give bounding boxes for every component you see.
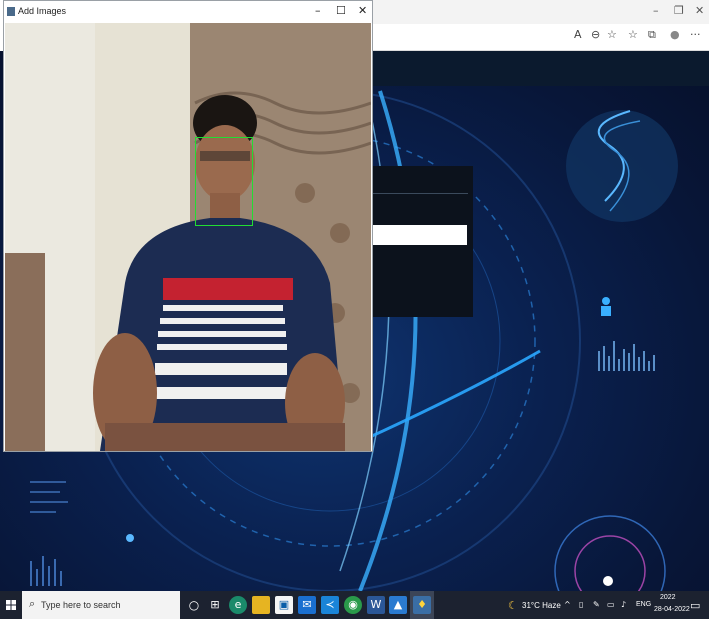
clock-date[interactable]: 28-04-2022: [654, 606, 690, 613]
volume-icon[interactable]: ♪: [621, 600, 626, 609]
clock-time[interactable]: 2022: [660, 594, 676, 601]
camera-feed: [5, 23, 371, 451]
store-icon[interactable]: ▣: [275, 596, 293, 614]
chrome-icon[interactable]: ◉: [344, 596, 362, 614]
read-aloud-icon[interactable]: A: [574, 28, 582, 41]
browser-minimize-button[interactable]: –: [653, 4, 659, 17]
zoom-icon[interactable]: ⊖: [591, 28, 600, 41]
taskbar-search-box[interactable]: ⌕ Type here to search: [22, 591, 180, 619]
camera-maximize-button[interactable]: ☐: [336, 4, 346, 17]
file-explorer-icon[interactable]: [252, 596, 270, 614]
photos-icon[interactable]: ▲: [389, 596, 407, 614]
app-icon: [7, 7, 15, 16]
network-icon[interactable]: ▭: [607, 600, 615, 609]
camera-window-title: Add Images: [18, 6, 67, 16]
panel-divider: [372, 193, 468, 194]
face-detection-box: [195, 137, 253, 226]
chevron-up-icon[interactable]: ^: [564, 600, 571, 609]
browser-close-button[interactable]: ✕: [695, 4, 704, 17]
browser-titlebar: – ❐ ✕: [372, 0, 709, 24]
search-icon: ⌕: [29, 597, 36, 610]
more-icon[interactable]: ···: [690, 28, 701, 41]
webcam-image: [5, 23, 371, 451]
weather-icon[interactable]: ☾: [508, 599, 518, 612]
favorites-icon[interactable]: ☆: [628, 28, 638, 41]
collections-icon[interactable]: ⧉: [648, 28, 656, 42]
pen-icon[interactable]: ✎: [593, 600, 600, 609]
profile-icon[interactable]: ●: [670, 28, 680, 41]
edge-icon[interactable]: e: [229, 596, 247, 614]
vscode-icon[interactable]: ≺: [321, 596, 339, 614]
favorites-add-icon[interactable]: ☆: [607, 28, 617, 41]
language-indicator[interactable]: ENG: [636, 601, 651, 608]
search-placeholder: Type here to search: [41, 600, 121, 610]
taskbar: ⌕ Type here to search ○ ⊞ e ▣ ✉ ≺ ◉ W ▲ …: [0, 591, 709, 619]
battery-icon[interactable]: ▯: [579, 600, 583, 609]
python-icon[interactable]: ♦: [413, 596, 431, 614]
camera-close-button[interactable]: ✕: [358, 4, 367, 17]
windows-icon: [6, 600, 16, 610]
task-view-icon[interactable]: ⊞: [206, 596, 224, 614]
weather-text[interactable]: 31°C Haze: [522, 601, 561, 610]
panel-text-input[interactable]: [372, 225, 467, 245]
word-icon[interactable]: W: [367, 596, 385, 614]
notification-icon[interactable]: ▭: [690, 599, 700, 612]
cortana-icon[interactable]: ○: [185, 596, 203, 614]
start-button[interactable]: [0, 591, 22, 619]
camera-window: Add Images – ☐ ✕: [3, 0, 373, 452]
browser-toolbar: A ⊖ ☆ ☆ ⧉ ● ···: [372, 24, 709, 51]
mail-icon[interactable]: ✉: [298, 596, 316, 614]
camera-minimize-button[interactable]: –: [315, 4, 321, 17]
camera-window-titlebar[interactable]: Add Images – ☐ ✕: [4, 1, 372, 23]
browser-restore-button[interactable]: ❐: [674, 4, 684, 17]
